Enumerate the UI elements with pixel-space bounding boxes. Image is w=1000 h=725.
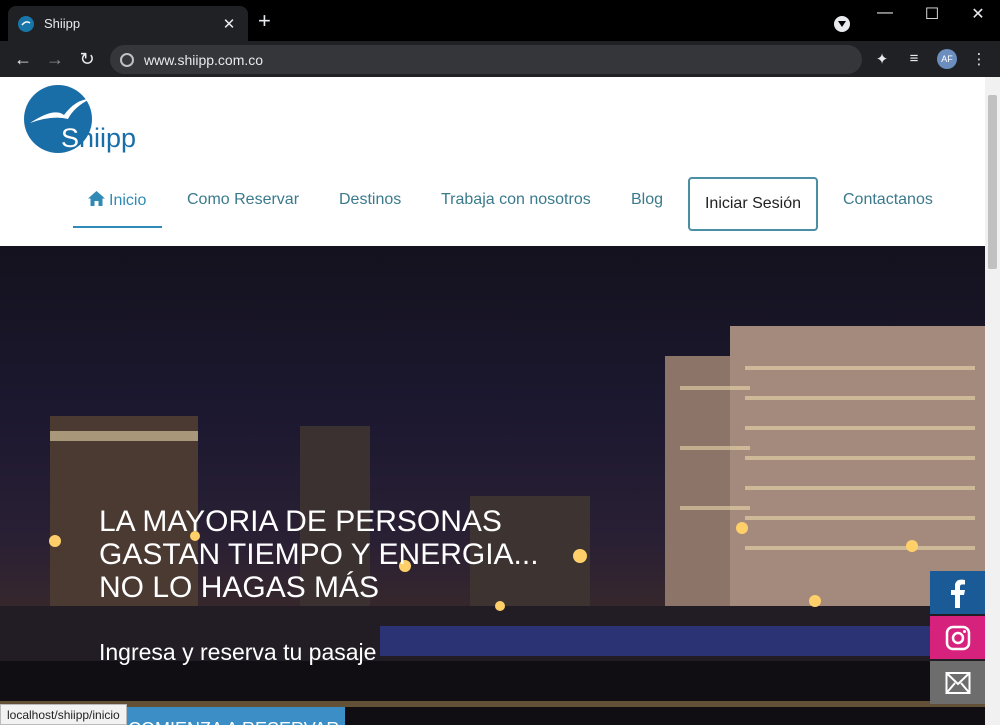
- minimize-icon[interactable]: —: [870, 4, 900, 22]
- site-logo[interactable]: Shiipp: [24, 85, 154, 155]
- link-status-bubble: localhost/shiipp/inicio: [0, 704, 127, 725]
- main-nav: Inicio Como Reservar Destinos Trabaja co…: [0, 177, 985, 233]
- media-control-icon[interactable]: ≡: [904, 50, 924, 67]
- extensions-icon[interactable]: ✦: [872, 50, 892, 68]
- back-icon[interactable]: ←: [12, 49, 34, 69]
- active-nav-underline: [73, 226, 162, 228]
- nav-item-inicio[interactable]: Inicio: [88, 191, 146, 210]
- site-header: Shiipp Inicio Como Reservar Destinos Tra…: [0, 77, 985, 246]
- start-booking-button[interactable]: COMIENZA A RESERVAR: [110, 707, 345, 725]
- site-favicon-icon: [18, 15, 34, 32]
- nav-item-blog[interactable]: Blog: [631, 191, 663, 209]
- menu-icon[interactable]: ⋮: [969, 50, 989, 68]
- login-button[interactable]: Iniciar Sesión: [688, 177, 818, 231]
- address-bar[interactable]: www.shiipp.com.co: [110, 45, 862, 74]
- reload-icon[interactable]: ↻: [76, 49, 98, 69]
- facebook-link[interactable]: [930, 571, 985, 614]
- tab-title: Shiipp: [44, 16, 81, 31]
- forward-icon[interactable]: →: [44, 49, 66, 69]
- page-scrollbar[interactable]: [985, 77, 1000, 725]
- close-tab-icon[interactable]: ✕: [220, 15, 238, 33]
- mail-icon: [945, 671, 970, 694]
- browser-tab[interactable]: Shiipp ✕: [8, 6, 248, 41]
- mail-link[interactable]: [930, 661, 985, 704]
- page-viewport: Shiipp Inicio Como Reservar Destinos Tra…: [0, 77, 985, 725]
- instagram-link[interactable]: [930, 616, 985, 659]
- nav-item-como-reservar[interactable]: Como Reservar: [187, 191, 299, 209]
- url-text: www.shiipp.com.co: [144, 51, 264, 68]
- home-icon: [88, 191, 105, 206]
- maximize-icon[interactable]: ☐: [917, 4, 947, 24]
- logo-text: Shiipp: [61, 123, 137, 153]
- nav-item-destinos[interactable]: Destinos: [339, 191, 401, 209]
- profile-avatar[interactable]: AF: [937, 49, 957, 69]
- nav-item-contactanos[interactable]: Contactanos: [843, 191, 933, 209]
- browser-tabstrip: Shiipp ✕ + — ☐ ✕: [0, 0, 1000, 41]
- hero-subtitle: Ingresa y reserva tu pasaje: [99, 639, 377, 665]
- browser-toolbar: ← → ↻ www.shiipp.com.co ✦ ≡ AF ⋮: [0, 41, 1000, 77]
- scrollbar-thumb[interactable]: [988, 95, 997, 269]
- site-info-icon[interactable]: [120, 52, 134, 67]
- nav-label-inicio: Inicio: [109, 192, 147, 209]
- new-tab-icon[interactable]: +: [258, 10, 271, 32]
- hero-title: LA MAYORIA DE PERSONAS GASTAN TIEMPO Y E…: [99, 505, 539, 604]
- facebook-icon: [950, 579, 965, 608]
- instagram-icon: [945, 625, 970, 650]
- nav-item-trabaja[interactable]: Trabaja con nosotros: [441, 191, 591, 209]
- hero-banner: LA MAYORIA DE PERSONAS GASTAN TIEMPO Y E…: [0, 246, 985, 725]
- close-window-icon[interactable]: ✕: [963, 4, 993, 24]
- tab-search-icon[interactable]: [834, 16, 850, 32]
